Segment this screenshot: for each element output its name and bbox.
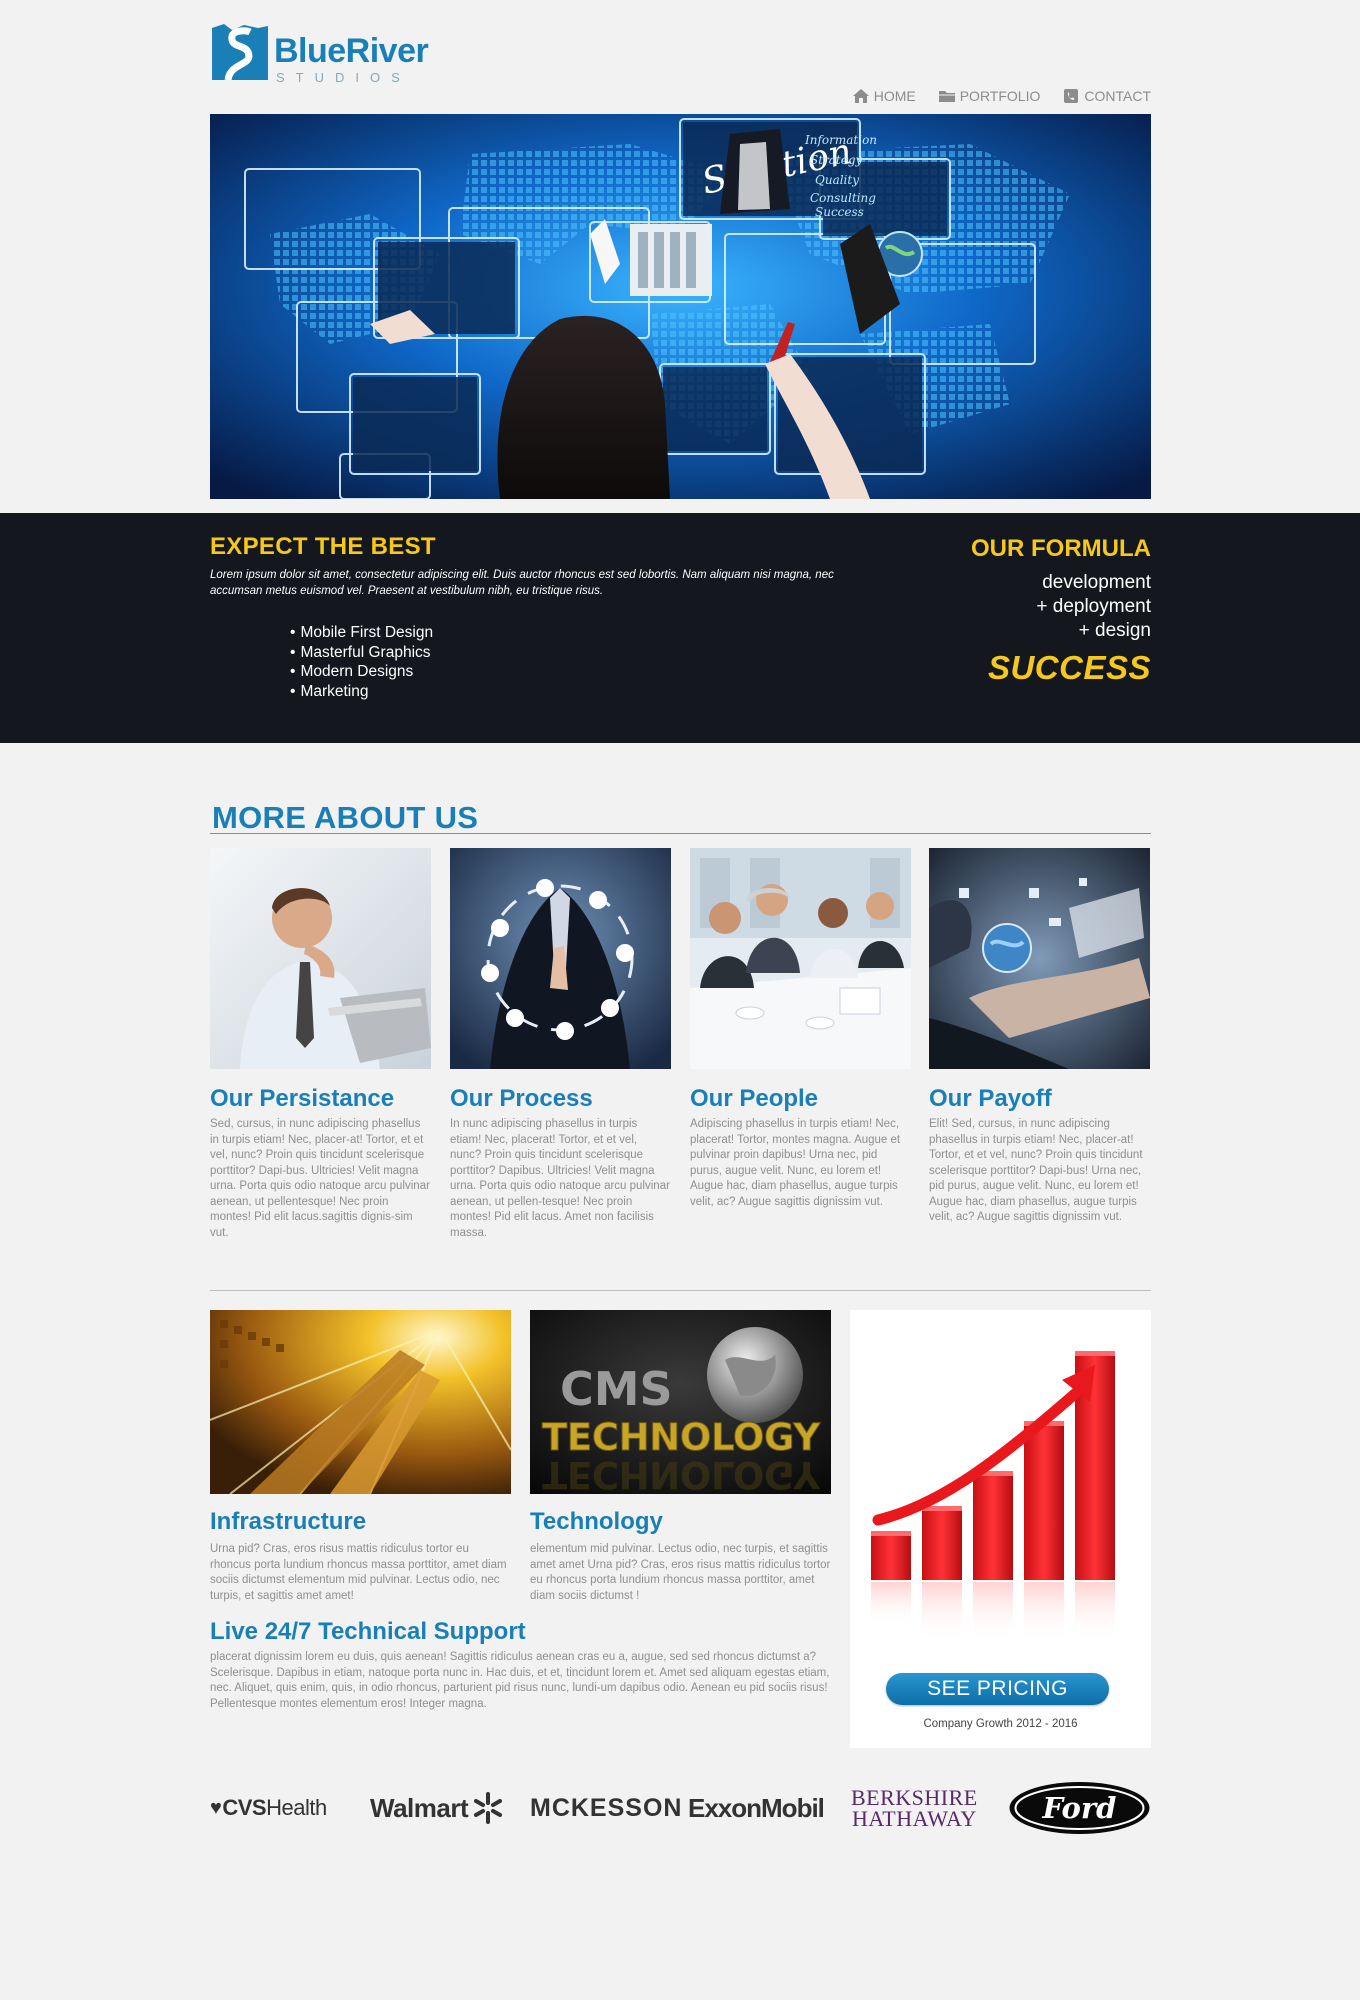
formula-result: SUCCESS: [987, 649, 1151, 686]
growth-bar: [973, 1475, 1013, 1580]
nav-contact[interactable]: CONTACT: [1062, 88, 1151, 104]
nav-home[interactable]: HOME: [852, 88, 916, 104]
feature-infrastructure[interactable]: Infrastructure Urna pid? Cras, eros risu…: [210, 1310, 511, 1604]
list-item: Masterful Graphics: [290, 643, 880, 663]
mckesson-logo: MCKESSON: [530, 1793, 683, 1822]
walmart-logo: Walmart: [370, 1780, 505, 1836]
hero-screen-word: Consulting: [810, 191, 876, 205]
about-card-text: Elit! Sed, cursus, in nunc adipiscing ph…: [929, 1118, 1143, 1223]
divider: [210, 1290, 1151, 1291]
home-icon: [852, 89, 869, 103]
support-title: Live 24/7 Technical Support: [210, 1618, 526, 1645]
expect-title: EXPECT THE BEST: [210, 533, 436, 560]
feature-technology[interactable]: CMS TECHNOLOGY TECHNOLOGY Technology ele…: [530, 1310, 831, 1604]
growth-bar-reflection: [871, 1582, 911, 1627]
feature-image: CMS TECHNOLOGY TECHNOLOGY: [530, 1310, 831, 1494]
pricing-panel: SEE PRICING Company Growth 2012 - 2016: [850, 1310, 1151, 1748]
brand-subtitle: STUDIOS: [276, 70, 411, 85]
about-card-persistance[interactable]: Our Persistance Sed, cursus, in nunc adi…: [210, 848, 431, 1241]
about-image: [929, 848, 1150, 1069]
about-card-process[interactable]: Our Process In nunc adipiscing phasellus…: [450, 848, 671, 1241]
cvs-logo-text-thin: Health: [266, 1795, 327, 1820]
ford-logo-text: Ford: [1042, 1791, 1117, 1825]
about-card-title: Our Payoff: [929, 1085, 1052, 1112]
about-card-text: Sed, cursus, in nunc adipiscing phasellu…: [210, 1118, 430, 1239]
nav-home-label: HOME: [873, 88, 916, 104]
growth-bar-reflection: [1024, 1582, 1064, 1642]
feature-image-text: TECHNOLOGY: [542, 1416, 821, 1459]
about-card-payoff[interactable]: Our Payoff Elit! Sed, cursus, in nunc ad…: [929, 848, 1150, 1226]
about-card-text: Adipiscing phasellus in turpis etiam! Ne…: [690, 1118, 901, 1208]
expect-text: Lorem ipsum dolor sit amet, consectetur …: [210, 569, 834, 597]
formula-line: development: [1042, 572, 1151, 593]
brand-name: BlueRiver: [274, 32, 429, 70]
support-text: placerat dignissim lorem eu duis, quis a…: [210, 1651, 830, 1710]
feature-title: Infrastructure: [210, 1508, 367, 1535]
folder-icon: [938, 91, 955, 102]
hero-image: Solution Information Strategy Quality Co…: [210, 114, 1151, 499]
berkshire-logo-line: BERKSHIRE: [851, 1785, 978, 1810]
about-card-title: Our People: [690, 1085, 819, 1112]
growth-chart: [871, 1351, 1115, 1642]
list-item: Marketing: [290, 682, 880, 702]
see-pricing-button[interactable]: SEE PRICING: [886, 1673, 1109, 1705]
growth-bar-reflection: [922, 1582, 962, 1642]
feature-image-reflection: TECHNOLOGY: [542, 1453, 821, 1494]
growth-bar-top: [871, 1531, 911, 1536]
feature-title: Technology: [530, 1508, 663, 1535]
hero-screen-word: Strategy: [810, 153, 863, 167]
spark-icon: [474, 1792, 503, 1824]
feature-image: [210, 1310, 511, 1494]
nav-portfolio[interactable]: PORTFOLIO: [938, 88, 1041, 104]
formula-title: OUR FORMULA: [971, 535, 1151, 562]
about-title: MORE ABOUT US: [212, 800, 479, 835]
cvs-logo-text: CVS: [222, 1795, 267, 1820]
hero-screen-word: Success: [815, 205, 864, 219]
expect-section: EXPECT THE BEST Lorem ipsum dolor sit am…: [210, 533, 880, 701]
walmart-logo-text: Walmart: [370, 1792, 469, 1823]
list-item: Modern Designs: [290, 662, 880, 682]
about-card-text: In nunc adipiscing phasellus in turpis e…: [450, 1118, 670, 1239]
support-section: Live 24/7 Technical Support placerat dig…: [210, 1618, 835, 1712]
about-card-people[interactable]: Our People Adipiscing phasellus in turpi…: [690, 848, 911, 1210]
feature-text: Urna pid? Cras, eros risus mattis ridicu…: [210, 1543, 507, 1602]
about-image: [690, 848, 911, 1069]
nav-portfolio-label: PORTFOLIO: [959, 88, 1041, 104]
services-list: Mobile First Design Masterful Graphics M…: [290, 623, 880, 701]
ford-logo: Ford: [1008, 1780, 1151, 1836]
hero-screen-word: Quality: [815, 173, 859, 187]
about-card-title: Our Persistance: [210, 1085, 395, 1112]
growth-bar: [871, 1535, 911, 1580]
river-logo-icon: [212, 24, 268, 81]
about-image: [450, 848, 671, 1069]
client-logos: ♥ CVS Health Walmart MCKESSON ExxonMobil …: [210, 1780, 1151, 1836]
berkshire-logo-line: HATHAWAY: [851, 1806, 977, 1831]
phone-icon: [1064, 89, 1079, 103]
main-nav: HOME PORTFOLIO CONTACT: [852, 88, 1151, 104]
growth-bar-top: [1075, 1351, 1115, 1356]
growth-caption: Company Growth 2012 - 2016: [923, 1718, 1078, 1730]
formula-line: + design: [1078, 620, 1151, 641]
about-card-title: Our Process: [450, 1085, 593, 1112]
hero-screen-word: Information: [804, 133, 877, 147]
growth-bar-reflection: [1075, 1582, 1115, 1642]
expect-band: EXPECT THE BEST Lorem ipsum dolor sit am…: [0, 513, 1360, 743]
logo[interactable]: BlueRiver STUDIOS: [210, 22, 440, 85]
exxonmobil-logo: ExxonMobil: [688, 1792, 825, 1823]
feature-text: elementum mid pulvinar. Lectus odio, nec…: [530, 1543, 831, 1602]
list-item: Mobile First Design: [290, 623, 880, 643]
feature-image-text: CMS: [560, 1362, 673, 1416]
cvs-logo: ♥ CVS Health: [210, 1780, 327, 1836]
formula-line: + deployment: [1036, 596, 1151, 617]
divider: [210, 833, 1151, 834]
heart-icon: ♥: [210, 1796, 222, 1819]
growth-bar-reflection: [973, 1582, 1013, 1642]
hero-banner: Solution Information Strategy Quality Co…: [210, 114, 1151, 499]
growth-bar: [922, 1510, 962, 1580]
growth-bar: [1024, 1425, 1064, 1580]
nav-contact-label: CONTACT: [1084, 88, 1151, 104]
formula-section: OUR FORMULA development + deployment + d…: [971, 535, 1151, 687]
berkshire-hathaway-logo: BERKSHIRE HATHAWAY: [851, 1780, 978, 1836]
about-image: [210, 848, 431, 1069]
